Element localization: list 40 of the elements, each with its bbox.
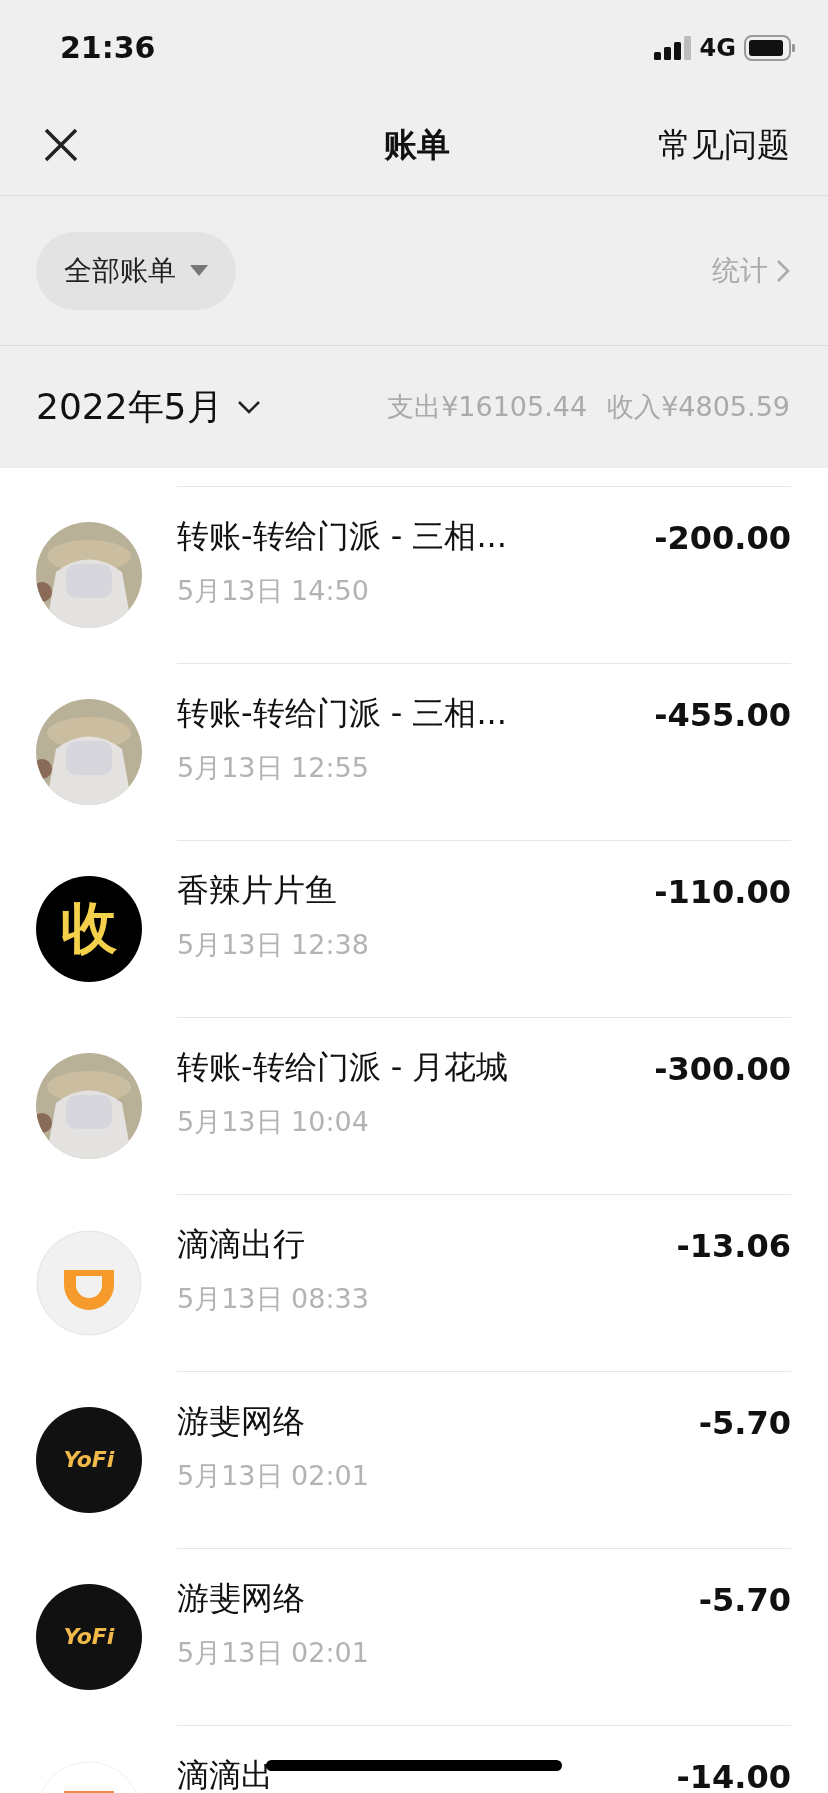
transaction-title[interactable]: 游斐网络 <box>177 1576 699 1621</box>
avatar-logo: YoFi <box>36 1583 142 1690</box>
transaction-title[interactable]: 滴滴出 <box>177 1753 677 1793</box>
transaction-time: 5月13日 12:38 <box>177 927 370 962</box>
transaction-amount: -110.00 <box>654 871 791 913</box>
faq-link[interactable]: 常见问题 <box>658 122 790 168</box>
transaction-title[interactable]: 游斐网络 <box>177 1399 699 1444</box>
transaction-title[interactable]: 转账-转给门派 - 月花城 <box>177 1045 655 1090</box>
signal-icon <box>653 35 692 60</box>
status-time: 21:36 <box>60 30 156 65</box>
month-picker[interactable]: 2022年5月 <box>36 382 261 432</box>
transaction-amount: -5.70 <box>698 1579 791 1621</box>
transaction-time: 5月13日 08:33 <box>177 1281 370 1316</box>
transaction-time: 5月13日 02:01 <box>177 1635 370 1670</box>
transaction-time: 5月13日 02:01 <box>177 1458 370 1493</box>
transaction-amount: -200.00 <box>654 517 791 559</box>
transaction-title[interactable]: 转账-转给门派 - 三相... <box>177 514 655 559</box>
expense-total: 支出¥16105.44 <box>387 390 588 424</box>
transaction-time: 5月13日 10:04 <box>177 1104 370 1139</box>
chevron-right-icon <box>776 258 790 283</box>
transaction-amount: -455.00 <box>654 694 791 736</box>
transaction-amount: -13.06 <box>676 1225 791 1267</box>
transaction-title[interactable]: 滴滴出行 <box>177 1222 677 1267</box>
transaction-amount: -5.70 <box>698 1402 791 1444</box>
income-total: 收入¥4805.59 <box>607 390 790 424</box>
caret-icon <box>190 265 208 276</box>
transaction-amount: -14.00 <box>676 1756 791 1793</box>
transaction-time: 5月13日 12:55 <box>177 750 370 785</box>
battery-icon <box>744 34 796 61</box>
network-label: 4G <box>699 33 736 62</box>
transaction-amount: -300.00 <box>654 1048 791 1090</box>
transaction-title[interactable]: 香辣片片鱼 <box>177 868 655 913</box>
close-icon[interactable] <box>44 128 78 162</box>
transaction-title[interactable]: 转账-转给门派 - 三相... <box>177 691 655 736</box>
avatar-logo: YoFi <box>36 1406 142 1513</box>
page-title: 账单 <box>384 123 450 166</box>
transaction-time: 5月13日 14:50 <box>177 573 370 608</box>
avatar-logo: 收 <box>36 875 142 982</box>
bill-filter-dropdown[interactable]: 全部账单 <box>36 231 236 310</box>
chevron-down-icon <box>236 400 261 414</box>
